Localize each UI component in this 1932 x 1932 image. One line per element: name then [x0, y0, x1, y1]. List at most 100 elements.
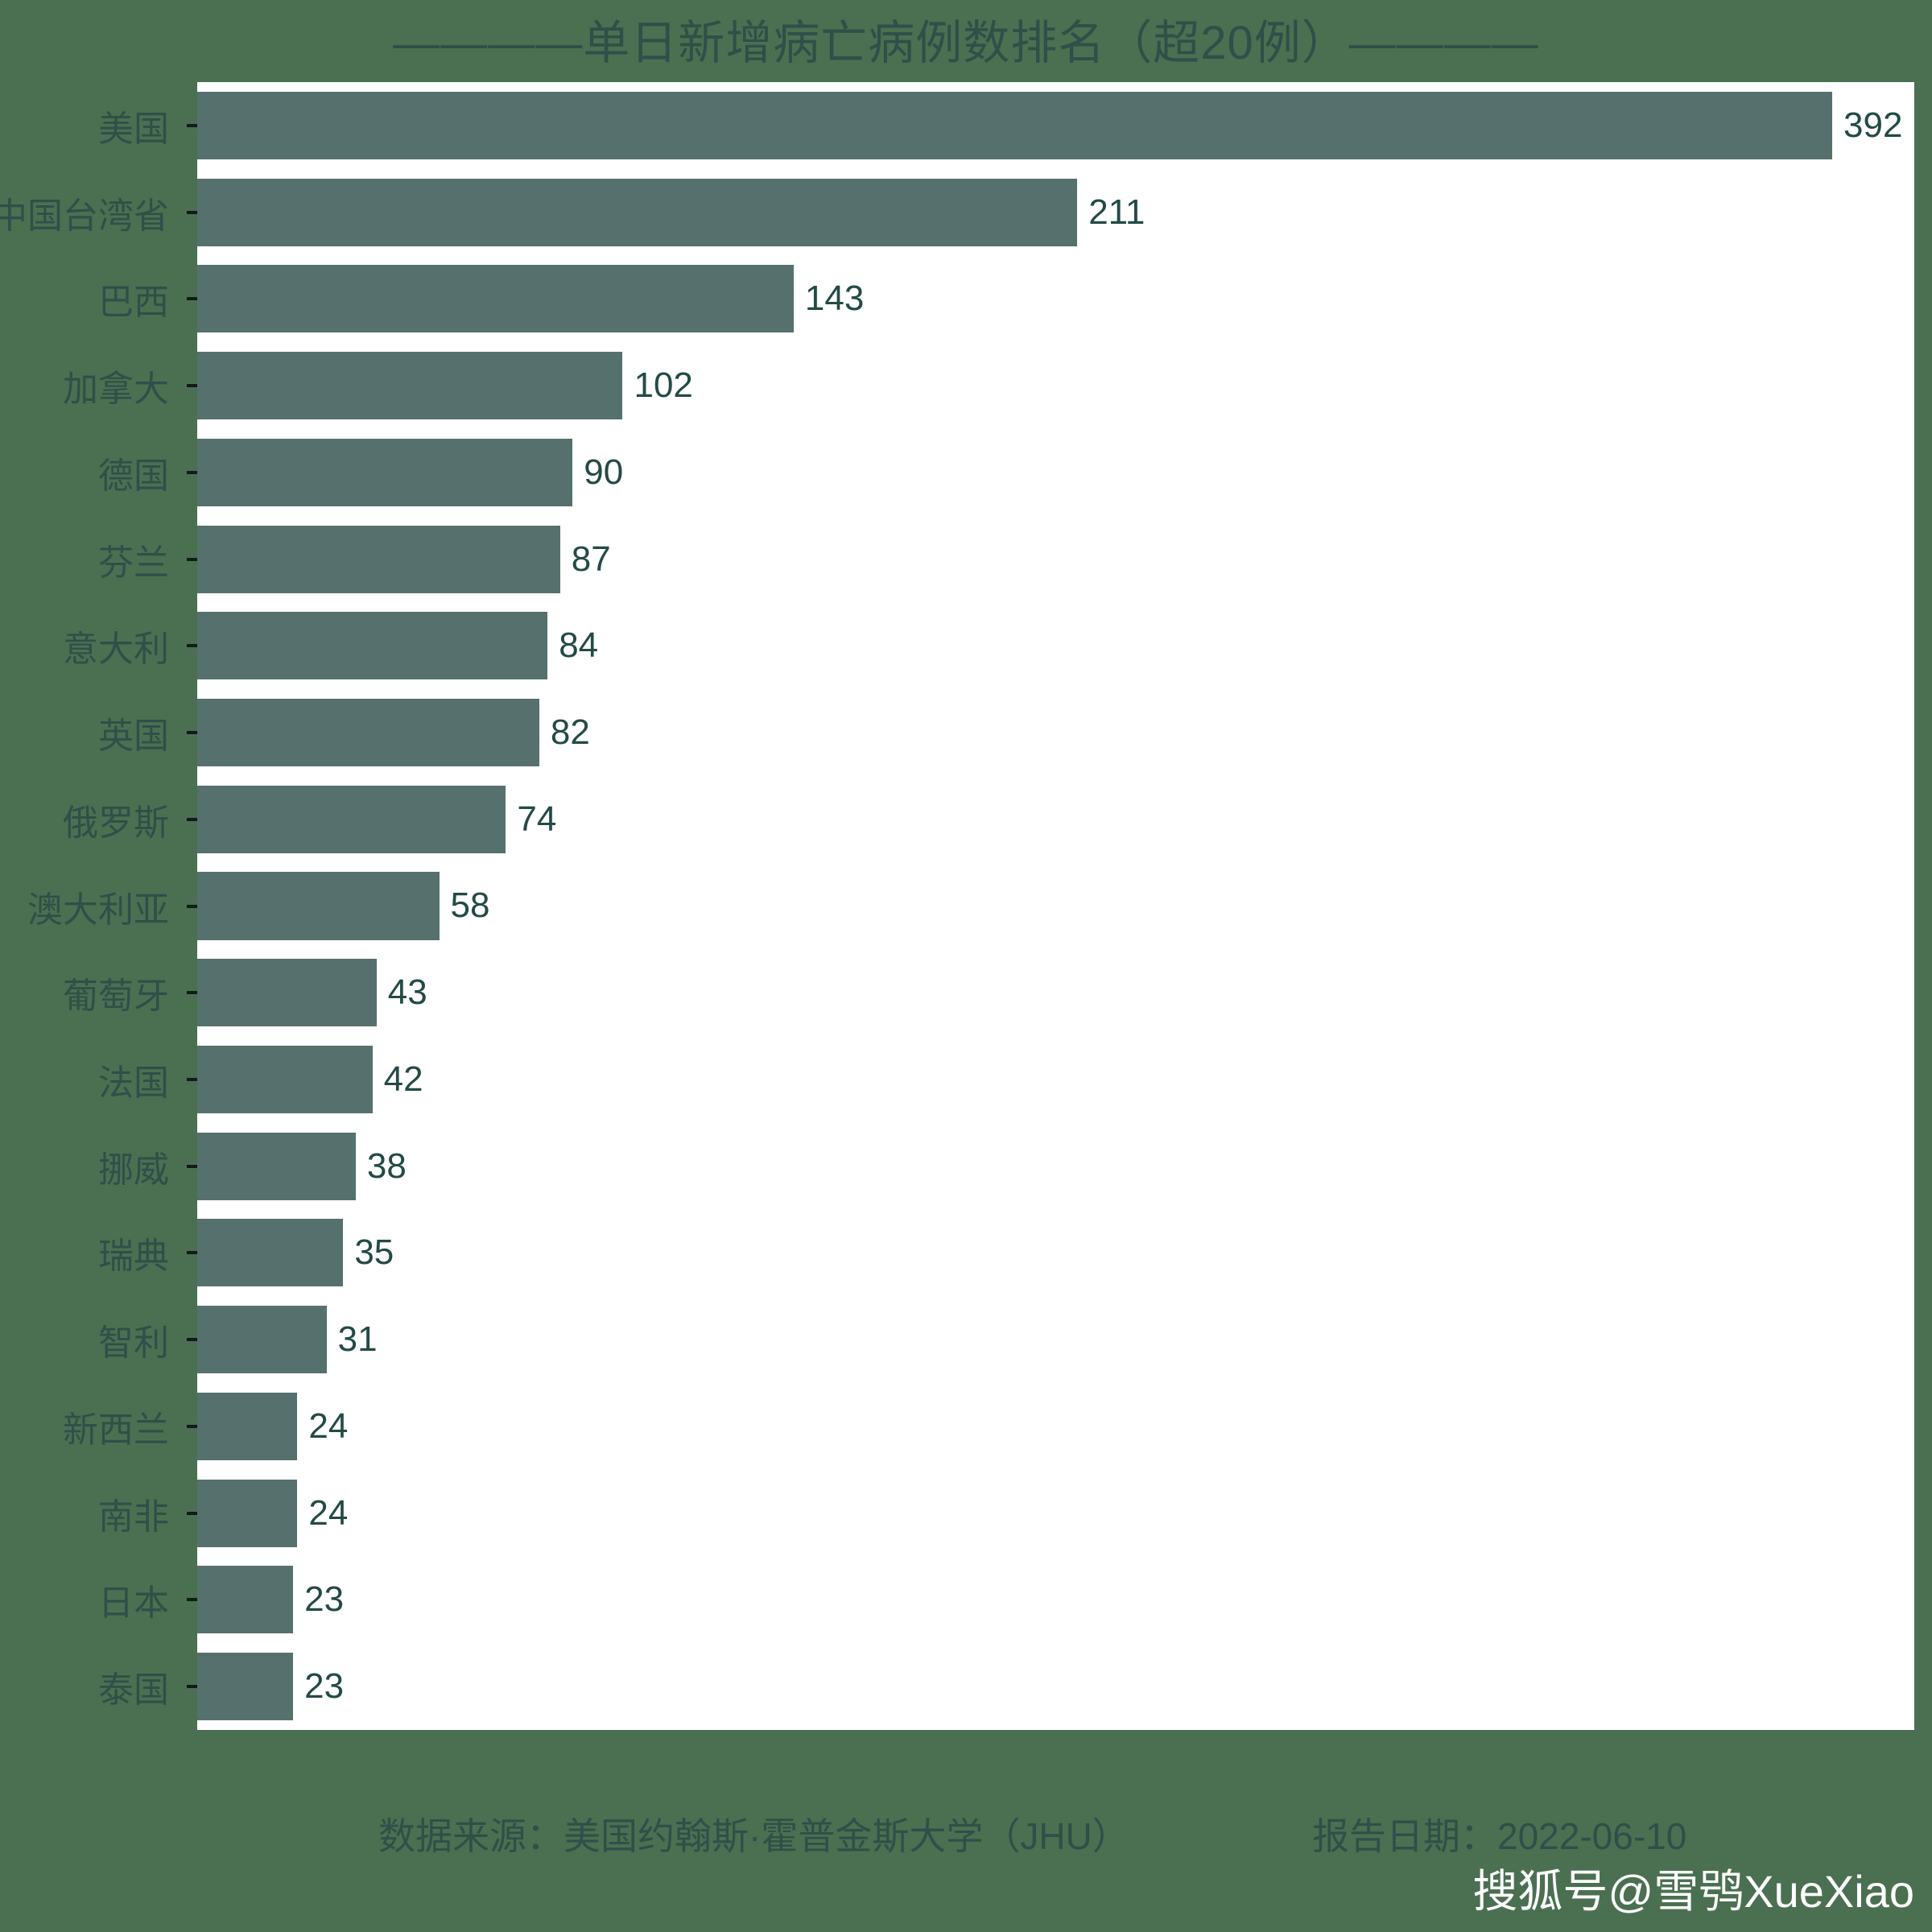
bar-rect[interactable] — [197, 1132, 356, 1200]
axis-tick-mark — [187, 470, 197, 474]
bar-row: 87 — [197, 525, 1914, 593]
bar-rect[interactable] — [197, 959, 377, 1027]
axis-tick-mark — [187, 1338, 197, 1342]
axis-tick-mark — [187, 297, 197, 301]
bar-row: 143 — [197, 265, 1914, 333]
bar-value-label: 38 — [366, 1146, 407, 1186]
axis-tick-mark — [187, 991, 197, 995]
category-axis-label: 澳大利亚 — [27, 890, 169, 930]
axis-tick-mark — [187, 904, 197, 908]
bar-row: 23 — [197, 1566, 1914, 1634]
category-axis-label: 美国 — [98, 109, 169, 149]
category-axis-label: 中国台湾省 — [0, 196, 169, 236]
category-axis-label: 德国 — [98, 456, 169, 496]
axis-tick-mark — [187, 1424, 197, 1428]
axis-tick-mark — [187, 210, 197, 214]
category-axis-label: 智利 — [98, 1323, 169, 1364]
bar-value-label: 82 — [550, 712, 590, 753]
bar-value-label: 87 — [571, 539, 611, 579]
bar-row: 90 — [197, 438, 1914, 506]
report-date-label: 报告日期：2022-06-10 — [1312, 1815, 1687, 1857]
category-axis-label: 加拿大 — [63, 369, 169, 410]
bar-row: 58 — [197, 872, 1914, 940]
category-axis-label: 南非 — [98, 1496, 169, 1537]
axis-tick-mark — [187, 731, 197, 735]
category-axis-label: 新西兰 — [63, 1410, 169, 1450]
page-title: ————单日新增病亡病例数排名（超20例）———— — [393, 17, 1539, 69]
bar-row: 392 — [197, 91, 1914, 159]
bar-value-label: 31 — [337, 1319, 378, 1360]
bar-rect[interactable] — [197, 352, 623, 420]
category-axis-label: 日本 — [98, 1583, 169, 1624]
bar-value-label: 74 — [517, 799, 557, 839]
bar-rect[interactable] — [197, 91, 1832, 159]
category-axis-label: 瑞典 — [98, 1236, 169, 1277]
bar-row: 42 — [197, 1045, 1914, 1113]
bar-rect[interactable] — [197, 1045, 373, 1113]
bar-row: 82 — [197, 699, 1914, 767]
bar-rect[interactable] — [197, 1306, 327, 1374]
bar-rect[interactable] — [197, 1479, 298, 1547]
axis-tick-mark — [187, 1685, 197, 1689]
bar-rect[interactable] — [197, 699, 539, 767]
bar-value-label: 43 — [387, 972, 427, 1013]
bar-value-label: 24 — [308, 1492, 349, 1533]
axis-tick-mark — [187, 1077, 197, 1081]
axis-tick-mark — [187, 123, 197, 127]
bar-row: 24 — [197, 1392, 1914, 1460]
bar-row: 38 — [197, 1132, 1914, 1200]
bar-row: 84 — [197, 612, 1914, 680]
chart-plot-area: 392 美国 211 中国台湾省 143 巴西 102 加拿大 90 德国 87 芬兰 84 意大利 82 英… — [0, 82, 1914, 1730]
bar-rect[interactable] — [197, 438, 573, 506]
category-axis-label: 法国 — [98, 1063, 169, 1103]
category-axis-label: 挪威 — [98, 1150, 169, 1190]
category-axis-label: 芬兰 — [98, 543, 169, 583]
bar-rect[interactable] — [197, 178, 1078, 246]
bar-row: 35 — [197, 1219, 1914, 1287]
bar-rect[interactable] — [197, 525, 560, 593]
bar-row: 102 — [197, 352, 1914, 420]
axis-tick-mark — [187, 557, 197, 561]
category-axis-label: 意大利 — [63, 630, 169, 670]
category-axis-label: 泰国 — [98, 1670, 169, 1711]
bar-value-label: 42 — [383, 1059, 423, 1099]
bar-value-label: 392 — [1843, 105, 1903, 145]
bar-value-label: 23 — [304, 1579, 345, 1620]
bar-value-label: 90 — [584, 452, 624, 492]
category-axis-label: 英国 — [98, 716, 169, 757]
bar-rect[interactable] — [197, 872, 440, 940]
category-axis-label: 葡萄牙 — [63, 976, 169, 1017]
bar-value-label: 211 — [1088, 192, 1146, 232]
watermark-label: 搜狐号@雪鸮XueXiao — [1472, 1866, 1914, 1917]
bar-value-label: 23 — [304, 1666, 345, 1707]
axis-tick-mark — [187, 817, 197, 821]
bar-value-label: 24 — [308, 1406, 349, 1446]
bar-rect[interactable] — [197, 265, 794, 333]
bar-row: 74 — [197, 785, 1914, 853]
bar-rect[interactable] — [197, 1566, 294, 1634]
axis-tick-mark — [187, 384, 197, 388]
category-axis-label: 俄罗斯 — [63, 803, 169, 843]
axis-tick-mark — [187, 1164, 197, 1168]
bar-value-label: 35 — [354, 1232, 394, 1273]
data-source-label: 数据来源：美国约翰斯·霍普金斯大学（JHU） — [378, 1815, 1129, 1857]
bar-value-label: 143 — [804, 279, 865, 319]
axis-tick-mark — [187, 1598, 197, 1602]
category-axis-label: 巴西 — [98, 283, 169, 323]
bar-rect[interactable] — [197, 785, 506, 853]
bar-row: 23 — [197, 1653, 1914, 1721]
bar-rect[interactable] — [197, 1653, 294, 1721]
bar-row: 24 — [197, 1479, 1914, 1547]
bar-row: 211 — [197, 178, 1914, 246]
bar-value-label: 58 — [450, 886, 490, 926]
bar-rect[interactable] — [197, 612, 548, 680]
axis-tick-mark — [187, 644, 197, 648]
bar-rect[interactable] — [197, 1392, 298, 1460]
bar-value-label: 84 — [559, 625, 599, 666]
axis-tick-mark — [187, 1511, 197, 1515]
axis-tick-mark — [187, 1251, 197, 1255]
bar-row: 43 — [197, 959, 1914, 1027]
bar-value-label: 102 — [634, 365, 693, 406]
bar-rect[interactable] — [197, 1219, 344, 1287]
bar-row: 31 — [197, 1306, 1914, 1374]
